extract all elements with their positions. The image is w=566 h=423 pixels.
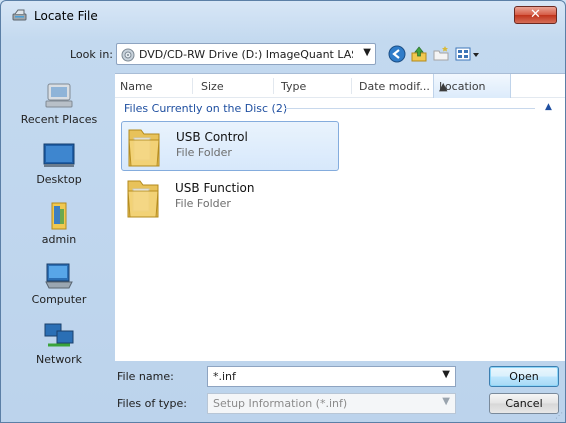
file-type-combobox: Setup Information (*.inf) ▼ xyxy=(207,393,456,414)
back-icon[interactable] xyxy=(388,45,406,63)
column-header-name[interactable]: Name xyxy=(120,80,152,93)
user-folder-icon xyxy=(51,202,67,230)
column-header-size[interactable]: Size xyxy=(201,80,224,93)
file-list-view[interactable]: Name Size Type Date modif... ▲ Location … xyxy=(115,73,565,361)
column-header-location[interactable]: ▲ Location xyxy=(433,74,511,98)
title-bar[interactable]: Locate File ✕ xyxy=(1,1,565,31)
file-item-usb-function[interactable]: USB Function File Folder xyxy=(121,173,339,223)
file-name: USB Control xyxy=(176,130,248,144)
place-recent-places[interactable]: Recent Places xyxy=(9,81,109,126)
computer-icon xyxy=(45,263,73,289)
file-name-value: *.inf xyxy=(213,370,236,383)
look-in-combobox[interactable]: DVD/CD-RW Drive (D:) ImageQuant LAS 400 … xyxy=(116,43,376,65)
column-separator[interactable] xyxy=(351,78,352,94)
place-label: Desktop xyxy=(36,173,82,186)
chevron-down-icon: ▼ xyxy=(442,396,450,407)
file-type-value: Setup Information (*.inf) xyxy=(213,397,348,410)
file-type: File Folder xyxy=(175,197,231,210)
file-name-combobox[interactable]: *.inf ▼ xyxy=(207,366,456,387)
column-header-date-modified[interactable]: Date modif... xyxy=(359,80,430,93)
look-in-value: DVD/CD-RW Drive (D:) ImageQuant LAS 400 xyxy=(139,48,353,61)
column-separator[interactable] xyxy=(192,78,193,94)
desktop-icon xyxy=(43,143,75,167)
scanner-icon xyxy=(12,9,27,21)
file-type-label: Files of type: xyxy=(117,397,188,410)
column-separator[interactable] xyxy=(273,78,274,94)
network-icon xyxy=(44,323,74,347)
cd-drive-icon xyxy=(121,48,135,62)
column-header-type[interactable]: Type xyxy=(281,80,306,93)
place-network[interactable]: Network xyxy=(9,321,109,366)
place-desktop[interactable]: Desktop xyxy=(9,141,109,186)
folder-icon xyxy=(127,180,159,218)
chevron-down-icon[interactable]: ▼ xyxy=(442,369,450,380)
file-item-usb-control[interactable]: USB Control File Folder xyxy=(121,121,339,171)
window-title: Locate File xyxy=(34,9,98,23)
place-label: Recent Places xyxy=(20,113,98,126)
file-name-label: File name: xyxy=(117,370,174,383)
column-header-location-label: Location xyxy=(439,80,486,93)
place-computer[interactable]: Computer xyxy=(9,261,109,306)
up-folder-icon[interactable] xyxy=(410,45,428,63)
views-icon[interactable] xyxy=(455,45,481,63)
collapse-group-icon[interactable]: ▲ xyxy=(545,102,552,112)
look-in-label: Look in: xyxy=(70,48,113,61)
place-admin[interactable]: admin xyxy=(9,201,109,246)
open-button[interactable]: Open xyxy=(489,366,559,387)
new-folder-icon[interactable] xyxy=(432,45,450,63)
file-type: File Folder xyxy=(176,146,232,159)
recent-places-icon xyxy=(45,83,73,108)
place-label: Network xyxy=(36,353,82,366)
close-button[interactable]: ✕ xyxy=(514,6,557,24)
place-label: admin xyxy=(41,233,77,246)
place-label: Computer xyxy=(31,293,87,306)
chevron-down-icon[interactable]: ▼ xyxy=(363,47,371,58)
group-divider xyxy=(285,108,535,109)
places-bar: Recent Places Desktop admin Computer Net… xyxy=(9,71,109,371)
cancel-button[interactable]: Cancel xyxy=(489,393,559,414)
resize-grip-icon[interactable]: ⋰ xyxy=(555,411,563,420)
file-name: USB Function xyxy=(175,181,255,195)
column-headers: Name Size Type Date modif... ▲ Location xyxy=(115,74,565,98)
folder-icon xyxy=(128,129,160,167)
locate-file-dialog: Locate File ✕ Look in: DVD/CD-RW Drive (… xyxy=(0,0,566,423)
group-header[interactable]: Files Currently on the Disc (2) xyxy=(124,102,287,115)
